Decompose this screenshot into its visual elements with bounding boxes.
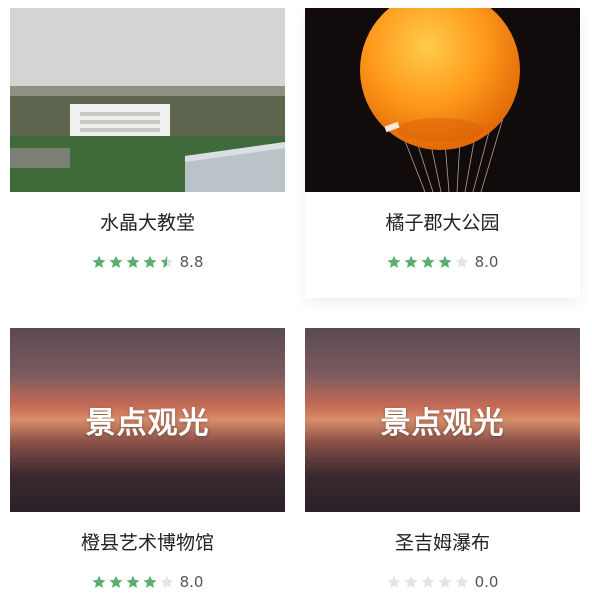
rating-row: 8.0 <box>305 252 580 272</box>
star-full-icon <box>404 255 417 268</box>
attraction-card[interactable]: 景点观光 橙县艺术博物馆 8.0 <box>10 328 285 592</box>
star-full-icon <box>421 255 434 268</box>
rating-score: 8.0 <box>179 573 204 591</box>
star-full-icon <box>126 575 139 588</box>
star-rating <box>92 255 174 269</box>
star-full-icon <box>387 255 400 268</box>
attraction-photo-placeholder[interactable]: 景点观光 <box>305 328 580 512</box>
star-rating <box>387 575 469 589</box>
star-full-icon <box>109 575 122 588</box>
star-half-icon <box>160 255 173 268</box>
rating-score: 0.0 <box>474 573 499 591</box>
star-empty-icon <box>387 575 400 588</box>
star-empty-icon <box>421 575 434 588</box>
placeholder-label: 景点观光 <box>380 406 505 441</box>
star-rating <box>387 255 469 269</box>
attraction-card[interactable]: 橘子郡大公园 8.0 <box>305 8 580 298</box>
rating-score: 8.0 <box>474 253 499 271</box>
star-full-icon <box>92 255 105 268</box>
placeholder-label: 景点观光 <box>85 406 210 441</box>
rating-score: 8.8 <box>179 253 204 271</box>
star-empty-icon <box>455 255 468 268</box>
attraction-title[interactable]: 橙县艺术博物馆 <box>10 531 285 555</box>
star-empty-icon <box>455 575 468 588</box>
star-empty-icon <box>438 575 451 588</box>
attraction-card[interactable]: 水晶大教堂 8.8 <box>10 8 285 272</box>
attraction-photo-placeholder[interactable]: 景点观光 <box>10 328 285 512</box>
rating-row: 8.8 <box>10 252 285 272</box>
attraction-card[interactable]: 景点观光 圣吉姆瀑布 0.0 <box>305 328 580 592</box>
rating-row: 8.0 <box>10 572 285 592</box>
star-full-icon <box>126 255 139 268</box>
attraction-title[interactable]: 橘子郡大公园 <box>305 211 580 235</box>
star-full-icon <box>109 255 122 268</box>
attraction-photo[interactable] <box>10 8 285 192</box>
star-empty-icon <box>404 575 417 588</box>
star-full-icon <box>92 575 105 588</box>
rating-row: 0.0 <box>305 572 580 592</box>
attraction-title[interactable]: 圣吉姆瀑布 <box>305 531 580 555</box>
star-empty-icon <box>160 575 173 588</box>
attraction-photo[interactable] <box>305 8 580 192</box>
attraction-title[interactable]: 水晶大教堂 <box>10 211 285 235</box>
star-full-icon <box>143 255 156 268</box>
star-rating <box>92 575 174 589</box>
star-full-icon <box>143 575 156 588</box>
star-full-icon <box>438 255 451 268</box>
